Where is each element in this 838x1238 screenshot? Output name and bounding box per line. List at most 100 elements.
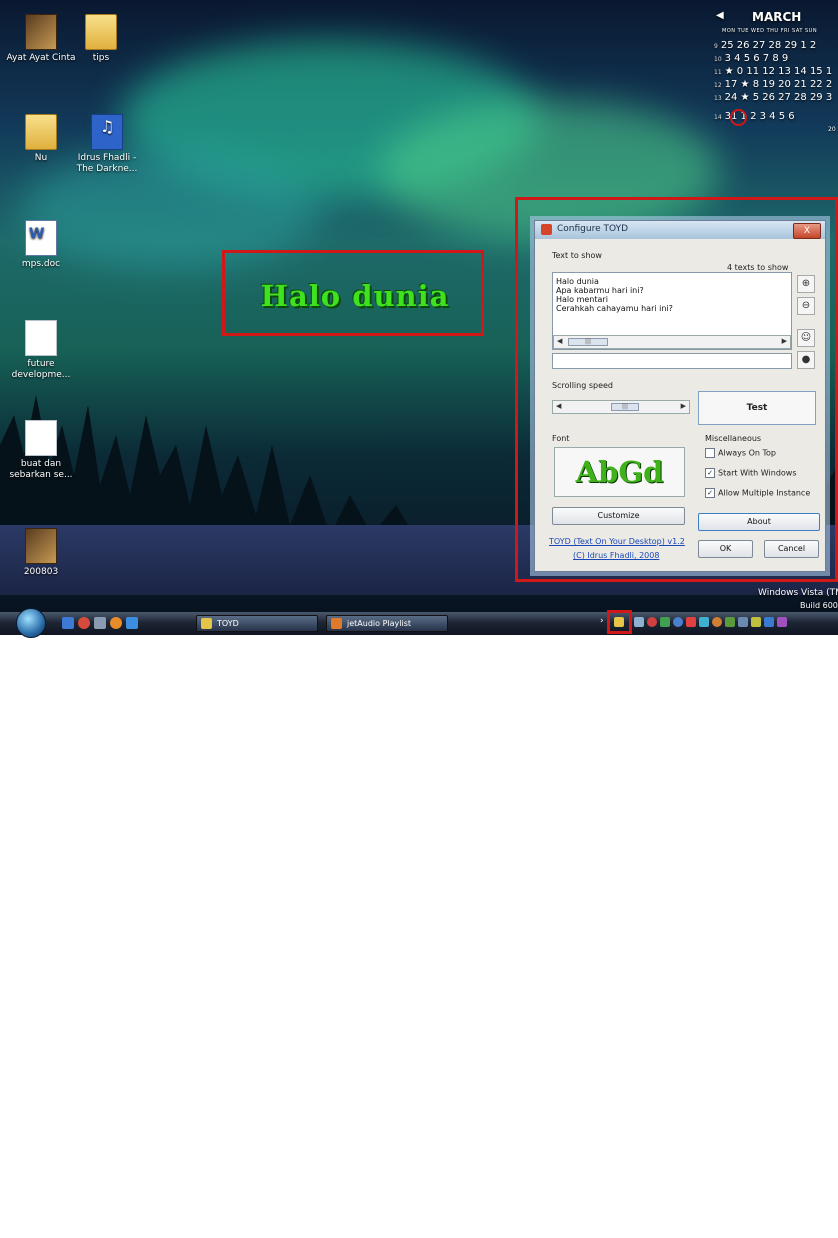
scrolling-speed-label: Scrolling speed [552,381,614,390]
icon-label: tips [92,53,110,63]
icon-label: mps.doc [21,259,61,269]
checkbox-box: ✓ [705,468,715,478]
calendar-week-row: 12 17 ★ 8 19 20 21 22 2 [714,79,832,90]
text-count-label: 4 texts to show [727,263,789,272]
week-number: 10 [714,56,722,63]
desktop-icon-tips[interactable]: tips [66,14,136,64]
week-days: 24 ★ 5 26 27 28 29 3 [724,92,833,103]
calendar-prev-icon[interactable]: ◀ [716,10,724,21]
icon-label: buat dan sebarkan se... [9,459,73,480]
speed-right-icon[interactable]: ▶ [681,402,686,410]
miscellaneous-label: Miscellaneous [705,434,762,443]
checkbox-box: ✓ [705,488,715,498]
desktop-text-highlight: Halo dunia [222,250,484,336]
calendar-week-row: 10 3 4 5 6 7 8 9 [714,53,788,64]
windows-watermark: Windows Vista (TM [758,588,838,598]
week-number: 13 [714,95,722,102]
week-days: 17 ★ 8 19 20 21 22 2 [724,79,833,90]
week-days: ★ 0 11 12 13 14 15 1 [724,66,833,77]
desktop-icon-idrus-fhadli[interactable]: Idrus Fhadli - The Darkne... [72,114,142,175]
document-icon [25,320,57,356]
word-document-icon [25,220,57,256]
show-desktop-icon[interactable] [62,617,74,629]
week-days: 25 26 27 28 29 1 2 [720,40,817,51]
tray-icon[interactable] [764,617,774,627]
tray-icon[interactable] [751,617,761,627]
text-line: Halo dunia [556,277,599,286]
speed-left-icon[interactable]: ◀ [556,402,561,410]
test-button[interactable]: Test [698,391,816,425]
photo-folder-icon [25,14,57,50]
tray-icon[interactable] [725,617,735,627]
add-text-icon[interactable]: ⊕ [797,275,815,293]
tray-icon[interactable] [673,617,683,627]
network-icon[interactable] [738,617,748,627]
browser-icon[interactable] [78,617,90,629]
week-days: 3 4 5 6 7 8 9 [724,53,789,64]
text-to-show-label: Text to show [552,251,602,260]
tray-icon[interactable] [699,617,709,627]
icon-label: Nu [34,153,48,163]
checkbox-label: Start With Windows [718,468,797,478]
customize-button[interactable]: Customize [552,507,685,525]
desktop-icon-nu[interactable]: Nu [6,114,76,164]
desktop-icon-200803[interactable]: 200803 [6,528,76,578]
icon-label: future developme... [11,359,71,380]
text-edit-field[interactable] [552,353,792,369]
checkbox-label: Allow Multiple Instance [718,488,811,498]
ok-button[interactable]: OK [698,540,753,558]
always-on-top-checkbox[interactable]: Always On Top [705,448,776,458]
tray-icon[interactable] [660,617,670,627]
smiley-icon[interactable]: ☺ [797,329,815,347]
scroll-left-icon[interactable]: ◀ [557,337,562,345]
checkbox-box [705,448,715,458]
close-button[interactable]: X [793,223,821,239]
app-icon [541,224,552,235]
tray-icon[interactable] [647,617,657,627]
icon-label: Idrus Fhadli - The Darkne... [76,153,138,174]
task-label: TOYD [217,619,239,628]
scroll-thumb[interactable]: ||| [568,338,608,346]
desktop-icon-buat-dan-sebarkan[interactable]: buat dan sebarkan se... [6,420,76,481]
start-button[interactable] [16,608,46,638]
tray-icon[interactable] [712,617,722,627]
allow-multiple-instance-checkbox[interactable]: ✓ Allow Multiple Instance [705,488,810,498]
icon-label: 200803 [23,567,59,577]
about-button[interactable]: About [698,513,820,531]
firefox-icon[interactable] [110,617,122,629]
copyright-link[interactable]: (C) Idrus Fhadli, 2008 [573,551,659,560]
explorer-icon[interactable] [126,617,138,629]
tray-icon[interactable] [777,617,787,627]
clock[interactable]: 1:25 [818,1229,836,1238]
scrolling-speed-slider[interactable]: ◀ ||| ▶ [552,400,690,414]
taskbar-item-jetaudio[interactable]: jetAudio Playlist [326,615,448,632]
cancel-button[interactable]: Cancel [764,540,819,558]
tray-expand-icon[interactable]: › [600,616,604,626]
scroll-right-icon[interactable]: ▶ [782,337,787,345]
text-list-scrollbar[interactable]: ◀ ||| ▶ [553,335,791,349]
switch-windows-icon[interactable] [94,617,106,629]
taskbar-item-toyd[interactable]: TOYD [196,615,318,632]
tray-icon[interactable] [686,617,696,627]
volume-icon[interactable]: ♫ [800,1228,808,1238]
tray-icon-highlight [607,610,632,634]
build-watermark: Build 600 [800,601,838,610]
photo-folder-icon [25,528,57,564]
dialog-titlebar[interactable]: Configure TOYD X [535,221,825,239]
bomb-icon[interactable]: ● [797,351,815,369]
calendar-month: MARCH [752,10,802,24]
start-with-windows-checkbox[interactable]: ✓ Start With Windows [705,468,797,478]
desktop-icon-future-development[interactable]: future developme... [6,320,76,381]
desktop-icon-mps-doc[interactable]: mps.doc [6,220,76,270]
toyd-version-link[interactable]: TOYD (Text On Your Desktop) v1.2 [549,537,685,546]
speed-thumb[interactable]: ||| [611,403,639,411]
calendar-week-row: 14 31 1 2 3 4 5 6 [714,111,795,122]
week-number: 12 [714,82,722,89]
configure-toyd-dialog: Configure TOYD X Text to show 4 texts to… [534,220,826,572]
tray-icon[interactable] [634,617,644,627]
font-label: Font [552,434,570,443]
remove-text-icon[interactable]: ⊖ [797,297,815,315]
checkbox-label: Always On Top [718,448,776,458]
calendar-week-row: 11 ★ 0 11 12 13 14 15 1 [714,66,832,77]
week-number: 11 [714,69,722,76]
